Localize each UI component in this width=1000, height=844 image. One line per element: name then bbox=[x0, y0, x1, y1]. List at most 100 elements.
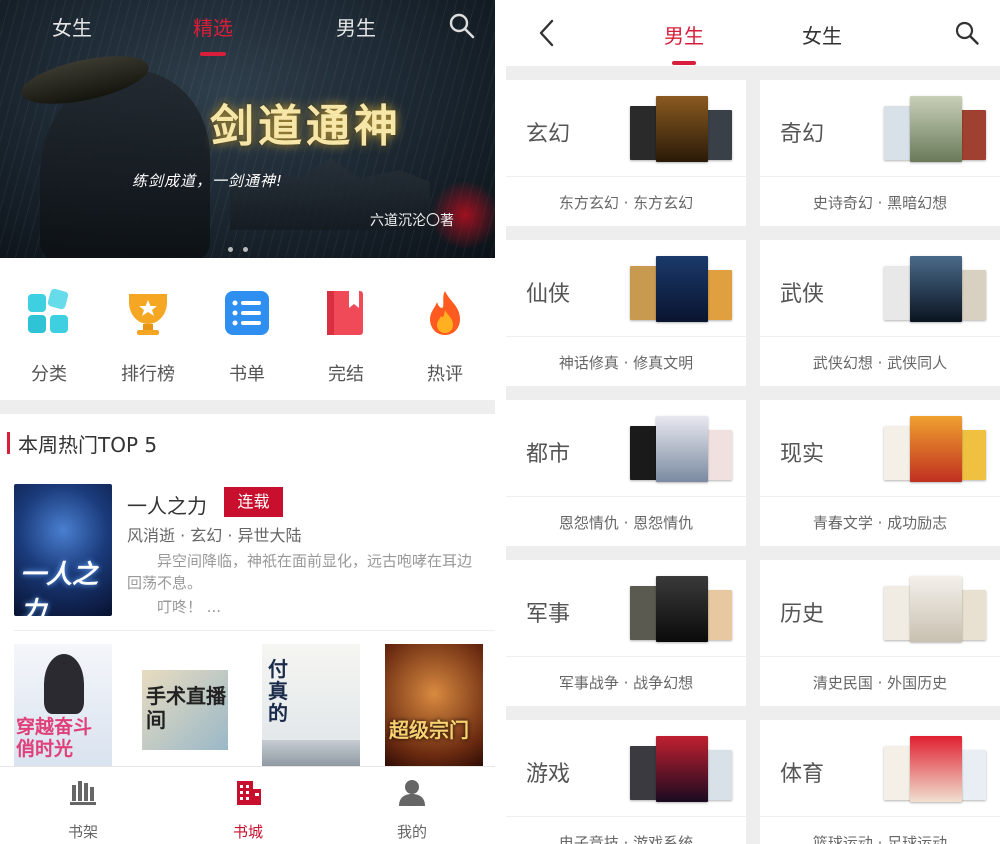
banner-author: 六道沉沦〇著 bbox=[370, 213, 454, 229]
book-thumb bbox=[958, 590, 986, 640]
genre-name: 体育 bbox=[780, 762, 825, 787]
pager-dot bbox=[228, 247, 233, 252]
book-cover[interactable]: 付真的 bbox=[262, 644, 360, 768]
shortcut-completed[interactable]: 完结 bbox=[316, 288, 376, 386]
book-thumb bbox=[958, 110, 986, 160]
nav-mine[interactable]: 我的 bbox=[372, 777, 452, 842]
book-thumb bbox=[910, 736, 962, 802]
nav-label: 书城 bbox=[232, 823, 263, 841]
search-icon[interactable] bbox=[954, 20, 980, 46]
book-thumb bbox=[958, 270, 986, 320]
book-thumb bbox=[704, 590, 732, 640]
bookshelf-icon bbox=[70, 781, 96, 805]
book-thumb bbox=[704, 750, 732, 800]
genre-card-qihuan[interactable]: 奇幻 史诗奇幻 · 黑暗幻想 bbox=[760, 80, 1000, 226]
book-cover[interactable]: 超级宗门 bbox=[385, 644, 483, 768]
nav-bookshelf[interactable]: 书架 bbox=[43, 777, 123, 842]
book-thumb bbox=[656, 256, 708, 322]
genre-card-junshi[interactable]: 军事 军事战争 · 战争幻想 bbox=[506, 560, 746, 706]
genre-subcategories: 东方玄幻 · 东方玄幻 bbox=[558, 194, 694, 212]
featured-book-meta: 风消逝 · 玄幻 · 异世大陆 bbox=[127, 526, 302, 545]
book-thumb bbox=[910, 96, 962, 162]
featured-banner[interactable]: 剑道通神 练剑成道，一剑通神! 六道沉沦〇著 女生 精选 男生 bbox=[0, 0, 495, 258]
cover-title: 手术直播间 bbox=[146, 684, 226, 732]
genre-subcategories: 清史民国 · 外国历史 bbox=[812, 674, 948, 692]
cover-title: 一人之力 bbox=[20, 560, 99, 616]
genre-subcategories: 神话修真 · 修真文明 bbox=[558, 354, 694, 372]
card-divider bbox=[506, 656, 746, 657]
top-tab-bar: 女生 精选 男生 bbox=[0, 12, 495, 56]
book-thumb bbox=[910, 416, 962, 482]
tab-male[interactable]: 男生 bbox=[664, 20, 704, 49]
genre-card-xianshi[interactable]: 现实 青春文学 · 成功励志 bbox=[760, 400, 1000, 546]
search-icon[interactable] bbox=[448, 12, 476, 40]
featured-book-description: 异空间降临，神祇在面前显化，远古咆哮在耳边回荡不息。 bbox=[127, 552, 473, 592]
genre-card-xianxia[interactable]: 仙侠 神话修真 · 修真文明 bbox=[506, 240, 746, 386]
genre-header: 男生 女生 bbox=[506, 0, 1000, 66]
active-tab-indicator bbox=[672, 61, 696, 65]
genre-card-wuxia[interactable]: 武侠 武侠幻想 · 武侠同人 bbox=[760, 240, 1000, 386]
user-icon bbox=[399, 780, 425, 806]
shortcut-category[interactable]: 分类 bbox=[19, 288, 79, 386]
shortcut-label: 热评 bbox=[427, 364, 463, 385]
genre-card-youxi[interactable]: 游戏 电子竞技 · 游戏系统 bbox=[506, 720, 746, 844]
card-divider bbox=[506, 176, 746, 177]
tab-female[interactable]: 女生 bbox=[802, 20, 842, 49]
book-cover[interactable]: 穿越奋斗俏时光 bbox=[14, 644, 112, 768]
active-tab-indicator bbox=[200, 52, 226, 56]
book-thumb bbox=[656, 96, 708, 162]
genre-card-tiyu[interactable]: 体育 篮球运动 · 足球运动 bbox=[760, 720, 1000, 844]
genre-name: 玄幻 bbox=[526, 122, 571, 147]
cover-title: 超级宗门 bbox=[389, 718, 469, 742]
bookmark-book-icon bbox=[327, 291, 363, 335]
section-divider bbox=[0, 400, 495, 414]
featured-book-description-more: 叮咚！ ... bbox=[157, 598, 222, 616]
genre-name: 都市 bbox=[526, 442, 571, 467]
book-thumb bbox=[656, 416, 708, 482]
genre-card-lishi[interactable]: 历史 清史民国 · 外国历史 bbox=[760, 560, 1000, 706]
featured-book-name[interactable]: 一人之力 bbox=[127, 490, 207, 519]
card-divider bbox=[506, 496, 746, 497]
genre-subcategories: 电子竞技 · 游戏系统 bbox=[558, 834, 694, 844]
status-badge: 连载 bbox=[224, 487, 283, 517]
book-thumb bbox=[910, 256, 962, 322]
shortcut-label: 完结 bbox=[328, 364, 364, 385]
tab-featured[interactable]: 精选 bbox=[193, 12, 233, 41]
genre-subcategories: 青春文学 · 成功励志 bbox=[812, 514, 948, 532]
shortcut-ranking[interactable]: 排行榜 bbox=[118, 288, 178, 386]
genre-subcategories: 恩怨情仇 · 恩怨情仇 bbox=[558, 514, 694, 532]
trophy-icon bbox=[129, 294, 167, 335]
nav-bookstore[interactable]: 书城 bbox=[208, 777, 288, 842]
card-divider bbox=[760, 336, 1000, 337]
card-divider bbox=[506, 816, 746, 817]
pager-dot bbox=[243, 247, 248, 252]
shortcut-hot-reviews[interactable]: 热评 bbox=[415, 288, 475, 386]
section-accent-bar bbox=[7, 432, 10, 454]
bottom-navigation: 书架 书城 我的 bbox=[0, 766, 495, 844]
cover-title: 付真的 bbox=[268, 657, 288, 725]
book-thumb bbox=[704, 270, 732, 320]
shortcut-booklist[interactable]: 书单 bbox=[217, 288, 277, 386]
card-divider bbox=[760, 496, 1000, 497]
book-cover-row: 穿越奋斗俏时光 手术直播间 付真的 超级宗门 bbox=[0, 642, 495, 768]
back-arrow-icon[interactable] bbox=[536, 18, 558, 48]
genre-card-xuanhuan[interactable]: 玄幻 东方玄幻 · 东方玄幻 bbox=[506, 80, 746, 226]
genre-browser-panel: 男生 女生 玄幻 东方玄幻 · 东方玄幻 奇幻 史诗奇幻 · 黑暗幻想 仙侠 神… bbox=[506, 0, 1000, 844]
card-divider bbox=[760, 656, 1000, 657]
tab-male[interactable]: 男生 bbox=[336, 12, 376, 41]
category-shortcuts: 分类 排行榜 书单 完结 热评 bbox=[0, 258, 495, 400]
genre-name: 奇幻 bbox=[780, 122, 825, 147]
genre-card-dushi[interactable]: 都市 恩怨情仇 · 恩怨情仇 bbox=[506, 400, 746, 546]
hot-section-title: 本周热门TOP 5 bbox=[18, 433, 158, 457]
book-cover[interactable]: 手术直播间 bbox=[138, 644, 236, 768]
genre-name: 武侠 bbox=[780, 282, 825, 307]
bookstore-building-icon bbox=[237, 781, 261, 805]
book-thumb bbox=[958, 750, 986, 800]
featured-book-cover[interactable]: 一人之力 bbox=[14, 484, 112, 616]
banner-title: 剑道通神 bbox=[210, 101, 402, 152]
genre-name: 仙侠 bbox=[526, 282, 571, 307]
tab-female[interactable]: 女生 bbox=[52, 12, 92, 41]
book-thumb bbox=[656, 736, 708, 802]
cover-figure-art bbox=[44, 654, 84, 714]
banner-subtitle: 练剑成道，一剑通神! bbox=[132, 172, 284, 190]
